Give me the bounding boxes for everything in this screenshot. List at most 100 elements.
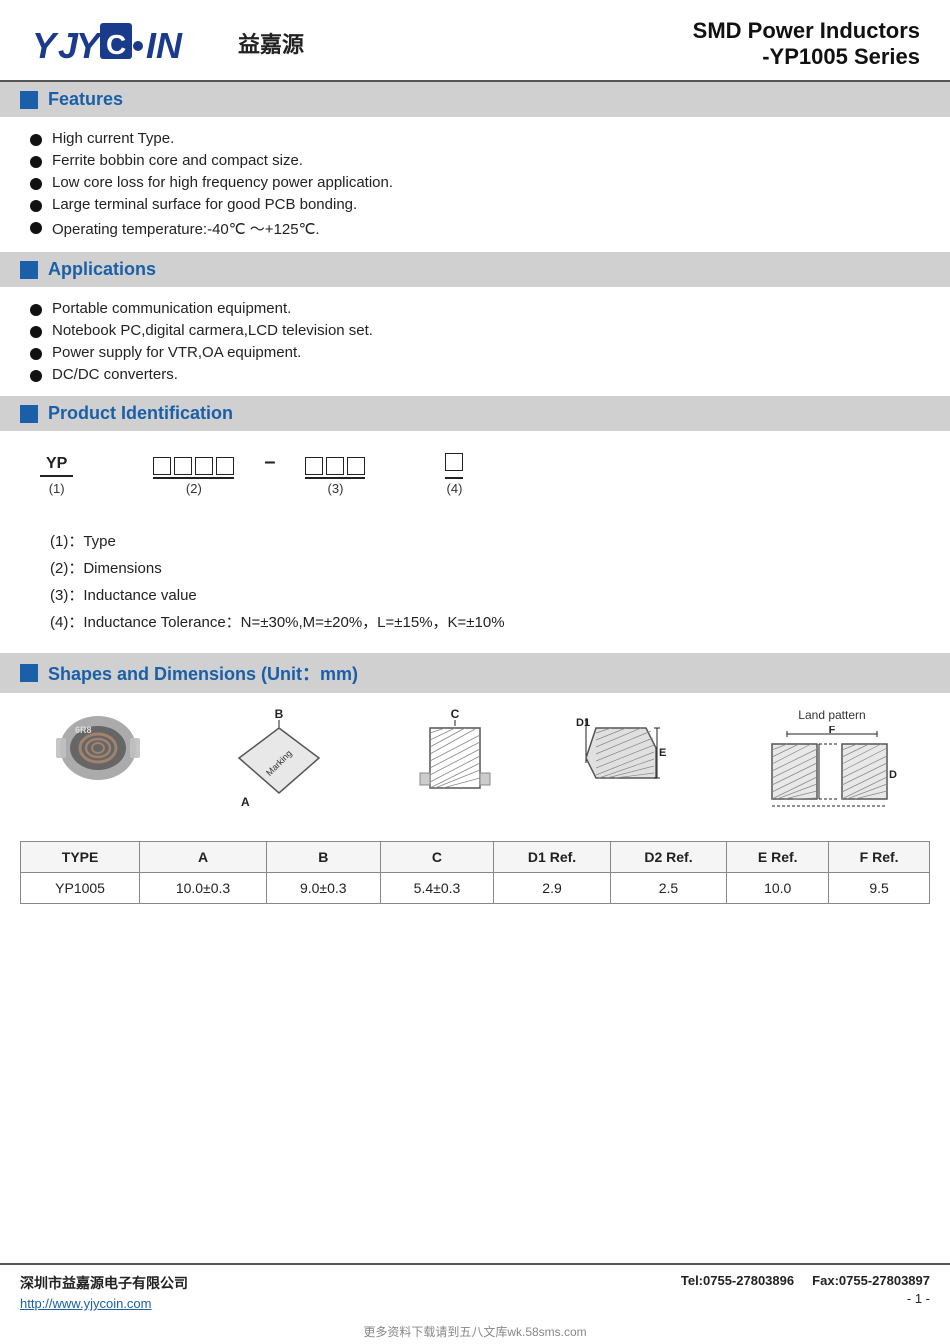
feature-text-3: Low core loss for high frequency power a… (52, 174, 393, 191)
pid-prefix: YP (40, 455, 73, 477)
app-text-1: Portable communication equipment. (52, 300, 291, 317)
list-item: Notebook PC,digital carmera,LCD televisi… (30, 322, 920, 339)
feature-text-1: High current Type. (52, 130, 174, 147)
pid-label-2: (2) (186, 481, 202, 496)
pid-box (445, 453, 463, 471)
pid-group-4: (4) (445, 453, 463, 496)
svg-text:E: E (659, 747, 666, 759)
pid-group-3: (3) (305, 457, 365, 496)
bullet-icon (30, 156, 42, 168)
inductor-photo: 6R8 (53, 708, 143, 788)
pid-box (326, 457, 344, 475)
list-item: High current Type. (30, 130, 920, 147)
shapes-section: 6R8 B Marking A (0, 693, 950, 929)
pid-box (216, 457, 234, 475)
pid-box (305, 457, 323, 475)
table-row: YP1005 10.0±0.3 9.0±0.3 5.4±0.3 2.9 2.5 … (21, 873, 930, 904)
pid-label-3: (3) (328, 481, 344, 496)
bullet-icon (30, 222, 42, 234)
pid-group-2: (2) (153, 457, 234, 496)
land-pattern-diagram: Land pattern F (767, 708, 897, 826)
svg-text:D1: D1 (576, 717, 590, 729)
shapes-square-icon (20, 664, 38, 682)
cell-a: 10.0±0.3 (140, 873, 267, 904)
svg-text:C: C (451, 708, 460, 721)
cell-c: 5.4±0.3 (380, 873, 494, 904)
footer-contact: Tel:0755-27803896 Fax:0755-27803897 (681, 1273, 930, 1288)
footer: 深圳市益嘉源电子有限公司 http://www.yjycoin.com Tel:… (0, 1263, 950, 1319)
app-text-4: DC/DC converters. (52, 366, 178, 383)
pid-note-3: (3)：Inductance value (50, 584, 900, 605)
title-main: SMD Power Inductors (693, 18, 920, 44)
side-diagram: C (415, 708, 495, 808)
list-item: Operating temperature:-40℃ ～+125℃. (30, 218, 920, 239)
svg-text:Y: Y (32, 25, 59, 66)
cell-f: 9.5 (829, 873, 930, 904)
features-title: Features (48, 89, 123, 110)
footer-left: 深圳市益嘉源电子有限公司 http://www.yjycoin.com (20, 1273, 188, 1311)
applications-square-icon (20, 261, 38, 279)
pid-box (195, 457, 213, 475)
svg-text:6R8: 6R8 (75, 725, 92, 735)
feature-text-4: Large terminal surface for good PCB bond… (52, 196, 357, 213)
bullet-icon (30, 326, 42, 338)
list-item: Power supply for VTR,OA equipment. (30, 344, 920, 361)
feature-text-5: Operating temperature:-40℃ ～+125℃. (52, 218, 320, 239)
applications-title: Applications (48, 259, 156, 280)
table-header-d1: D1 Ref. (494, 842, 610, 873)
watermark: 更多资料下载请到五八文库wk.58sms.com (0, 1319, 950, 1344)
table-header-e: E Ref. (727, 842, 829, 873)
pid-notes: (1)：Type (2)：Dimensions (3)：Inductance v… (0, 516, 950, 653)
product-id-square-icon (20, 405, 38, 423)
footer-website[interactable]: http://www.yjycoin.com (20, 1296, 152, 1311)
svg-text:A: A (241, 795, 250, 808)
applications-header: Applications (0, 252, 950, 287)
feature-text-2: Ferrite bobbin core and compact size. (52, 152, 303, 169)
shapes-title: Shapes and Dimensions (Unit：mm) (48, 660, 358, 686)
outline-diagram: B Marking A (219, 708, 339, 808)
footer-tel: Tel:0755-27803896 (681, 1273, 794, 1288)
product-id-header: Product Identification (0, 396, 950, 431)
page: Y J Y C IN 益嘉源 SMD Power Inductors -YP10… (0, 0, 950, 1344)
cell-d2: 2.5 (610, 873, 726, 904)
side-svg: C (415, 708, 495, 808)
footer-page: - 1 - (681, 1291, 930, 1306)
bullet-icon (30, 370, 42, 382)
bullet-icon (30, 178, 42, 190)
bullet-icon (30, 348, 42, 360)
inductor-svg: 6R8 (53, 708, 143, 788)
pid-boxes-2 (153, 457, 234, 479)
cell-d1: 2.9 (494, 873, 610, 904)
shapes-images: 6R8 B Marking A (20, 708, 930, 826)
land-pattern-svg: F (767, 726, 897, 826)
svg-text:Y: Y (76, 25, 103, 66)
dimensions-table: TYPE A B C D1 Ref. D2 Ref. E Ref. F Ref.… (20, 841, 930, 904)
applications-content: Portable communication equipment. Notebo… (0, 287, 950, 396)
table-header-row: TYPE A B C D1 Ref. D2 Ref. E Ref. F Ref. (21, 842, 930, 873)
pid-box (174, 457, 192, 475)
svg-text:F: F (829, 726, 836, 736)
logo-svg: Y J Y C IN (30, 18, 230, 68)
features-content: High current Type. Ferrite bobbin core a… (0, 117, 950, 252)
app-text-3: Power supply for VTR,OA equipment. (52, 344, 301, 361)
crosssection-svg: D1 E (571, 708, 691, 808)
table-header-a: A (140, 842, 267, 873)
header: Y J Y C IN 益嘉源 SMD Power Inductors -YP10… (0, 0, 950, 82)
footer-right: Tel:0755-27803896 Fax:0755-27803897 - 1 … (681, 1273, 930, 1306)
svg-text:D2: D2 (889, 769, 897, 781)
list-item: Portable communication equipment. (30, 300, 920, 317)
app-text-2: Notebook PC,digital carmera,LCD televisi… (52, 322, 373, 339)
cell-b: 9.0±0.3 (266, 873, 380, 904)
svg-text:IN: IN (146, 25, 183, 66)
pid-note-2: (2)：Dimensions (50, 557, 900, 578)
shapes-header: Shapes and Dimensions (Unit：mm) (0, 653, 950, 693)
pid-label-4: (4) (447, 481, 463, 496)
table-header-type: TYPE (21, 842, 140, 873)
pid-separator: – (264, 451, 275, 474)
cell-type: YP1005 (21, 873, 140, 904)
bullet-icon (30, 134, 42, 146)
table-header-b: B (266, 842, 380, 873)
table-header-d2: D2 Ref. (610, 842, 726, 873)
table-header-f: F Ref. (829, 842, 930, 873)
cell-e: 10.0 (727, 873, 829, 904)
